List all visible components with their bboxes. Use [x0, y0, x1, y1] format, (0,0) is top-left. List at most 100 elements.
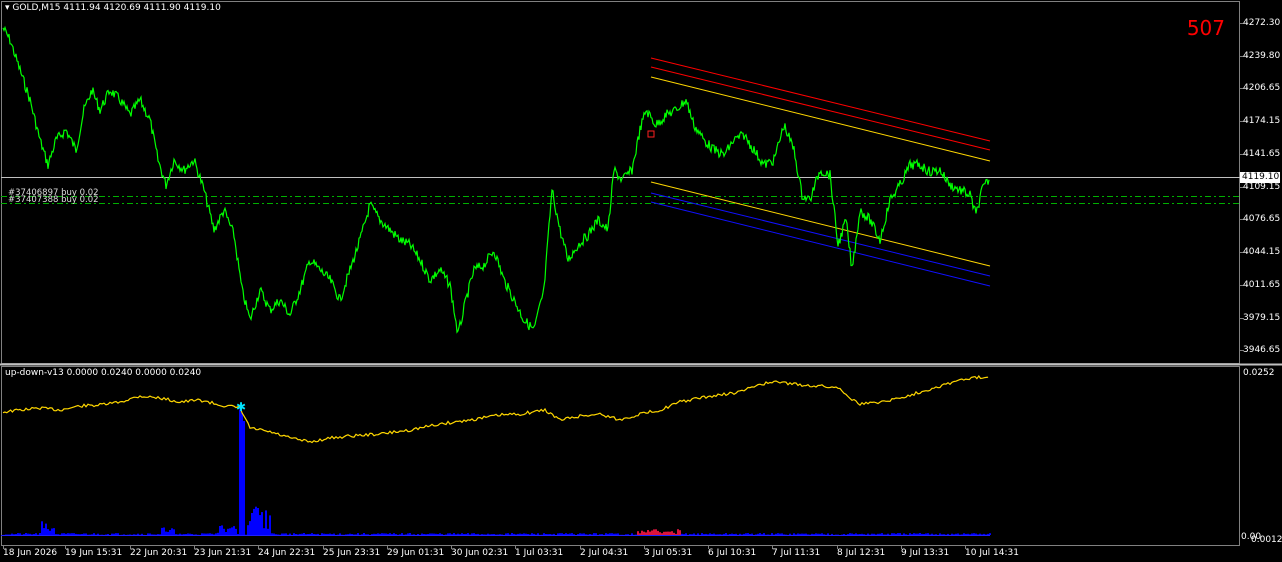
histogram-bar	[707, 534, 709, 535]
channel-lower-line-1[interactable]	[650, 192, 991, 277]
histogram-bar	[581, 533, 583, 535]
histogram-bar	[743, 533, 745, 535]
histogram-bar	[231, 527, 233, 535]
indicator-name[interactable]: up-down-v13 0.0000 0.0240 0.0000 0.0240	[5, 368, 201, 379]
indicator-axis-bottom2: 0.0012	[1251, 535, 1282, 545]
histogram-bar	[435, 533, 437, 535]
histogram-bar	[311, 533, 313, 535]
histogram-bar	[867, 533, 869, 535]
histogram-bar	[529, 534, 531, 535]
histogram-bar	[599, 534, 601, 535]
histogram-bar	[65, 533, 67, 535]
histogram-bar	[983, 533, 985, 535]
histogram-bar	[563, 534, 565, 535]
histogram-bar	[471, 533, 473, 535]
channel-upper-line-2[interactable]	[650, 66, 991, 151]
histogram-bar	[225, 532, 227, 535]
histogram-bar	[117, 533, 119, 535]
channel-upper-mid-line[interactable]	[650, 76, 991, 162]
histogram-bar	[915, 533, 917, 535]
histogram-bar	[723, 533, 725, 535]
histogram-bar	[211, 533, 213, 535]
histogram-bar	[381, 533, 383, 535]
histogram-bar	[371, 534, 373, 535]
histogram-bar	[491, 534, 493, 535]
histogram-bar	[733, 534, 735, 535]
histogram-bar	[885, 534, 887, 535]
histogram-bar	[897, 533, 899, 535]
histogram-bar	[749, 534, 751, 535]
histogram-bar	[683, 534, 685, 535]
histogram-bar	[467, 533, 469, 535]
histogram-bar	[701, 533, 703, 535]
histogram-bar	[757, 533, 759, 535]
histogram-bar	[53, 528, 55, 535]
dropdown-triangle-icon[interactable]: ▾	[5, 3, 10, 13]
histogram-bar	[219, 526, 221, 535]
time-label: 18 Jun 2026	[3, 548, 58, 558]
histogram-bar	[289, 533, 291, 535]
symbol-header[interactable]: ▾ GOLD,M15 4111.94 4120.69 4111.90 4119.…	[5, 3, 221, 14]
histogram-bar	[711, 534, 713, 535]
histogram-bar	[857, 534, 859, 535]
histogram-bar	[269, 515, 271, 535]
histogram-bar	[977, 534, 979, 535]
histogram-bar	[111, 533, 113, 535]
channel-lower-mid-line[interactable]	[650, 181, 991, 267]
histogram-bar	[657, 530, 659, 535]
histogram-bar	[353, 534, 355, 535]
histogram-bar	[457, 533, 459, 535]
histogram-bar	[557, 533, 559, 535]
histogram-bar	[507, 533, 509, 535]
histogram-bar	[659, 532, 661, 535]
channel-lower-line-2[interactable]	[650, 201, 991, 287]
histogram-bar	[729, 534, 731, 535]
histogram-bar	[13, 534, 15, 535]
histogram-bar	[909, 533, 911, 535]
histogram-bar	[251, 513, 253, 535]
channel-upper-line-1[interactable]	[650, 57, 991, 142]
histogram-bar	[565, 533, 567, 535]
histogram-bar	[17, 533, 19, 535]
histogram-bar	[15, 534, 17, 535]
histogram-bar	[459, 534, 461, 535]
histogram-bar	[981, 534, 983, 535]
histogram-bar	[931, 533, 933, 535]
order-label-2[interactable]: #37407388 buy 0.02	[8, 195, 99, 205]
histogram-bar	[913, 533, 915, 535]
histogram-bar	[57, 534, 59, 535]
histogram-bar	[721, 534, 723, 535]
histogram-bar	[303, 533, 305, 535]
histogram-bar	[685, 533, 687, 535]
histogram-bar	[453, 533, 455, 535]
histogram-bar	[97, 533, 99, 535]
histogram-bar	[927, 533, 929, 535]
histogram-bar	[229, 528, 231, 535]
histogram-bar	[149, 533, 151, 535]
histogram-bar	[803, 533, 805, 535]
histogram-bar	[881, 533, 883, 535]
histogram-bar	[283, 533, 285, 535]
histogram-bar	[719, 534, 721, 535]
histogram-bar	[551, 534, 553, 535]
histogram-bar	[725, 533, 727, 535]
histogram-bar	[123, 534, 125, 535]
histogram-bar	[481, 534, 483, 535]
histogram-bar	[297, 534, 299, 535]
histogram-bar	[639, 533, 641, 535]
time-label: 1 Jul 03:31	[515, 548, 564, 558]
histogram-bar	[407, 533, 409, 535]
histogram-bar	[967, 533, 969, 535]
signal-marker-icon[interactable]	[647, 130, 655, 138]
histogram-bar	[115, 533, 117, 535]
histogram-bar	[589, 534, 591, 535]
symbol-name: GOLD,M15	[12, 3, 61, 13]
chart-canvas[interactable]: ✱	[0, 0, 1282, 562]
histogram-bar	[373, 533, 375, 535]
histogram-bar	[511, 533, 513, 535]
histogram-bar	[861, 533, 863, 535]
histogram-bar	[355, 534, 357, 535]
histogram-bar	[817, 533, 819, 535]
histogram-bar	[23, 534, 25, 535]
histogram-bar	[645, 532, 647, 535]
